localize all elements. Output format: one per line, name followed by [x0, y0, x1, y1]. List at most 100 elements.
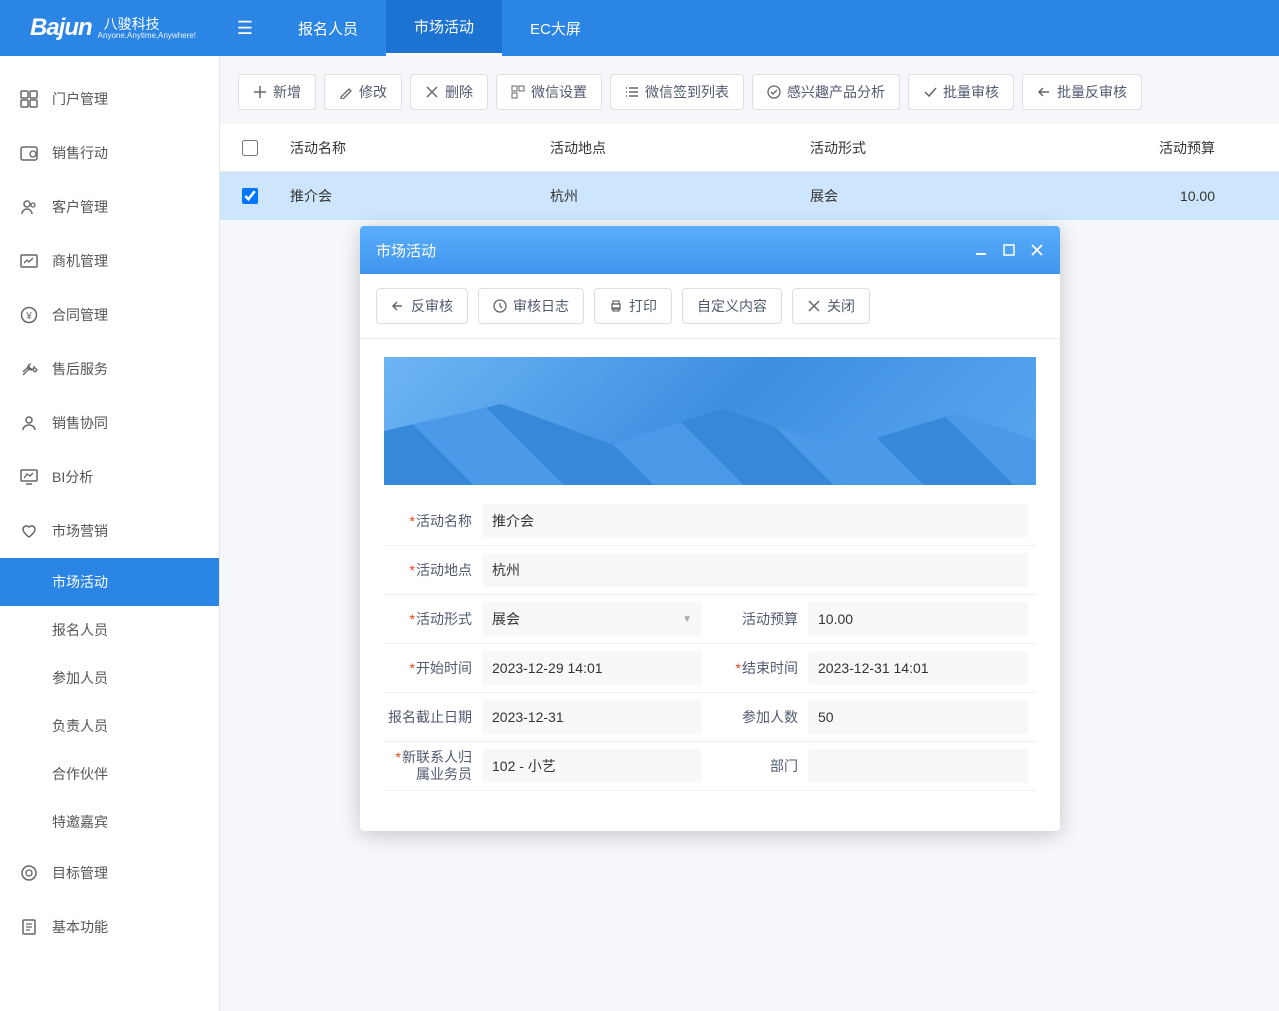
- grid-icon: [20, 90, 38, 108]
- sidebar-item-basic[interactable]: 基本功能: [0, 900, 219, 954]
- sidebar-item-contract[interactable]: ¥ 合同管理: [0, 288, 219, 342]
- pencil-icon: [339, 85, 353, 99]
- dialog-body: *活动名称 推介会 *活动地点 杭州 *活动形式 展会▼: [360, 339, 1060, 831]
- row-checkbox[interactable]: [242, 188, 258, 204]
- tab-market-activity[interactable]: 市场活动: [386, 0, 502, 56]
- close-button[interactable]: 关闭: [792, 288, 870, 324]
- reject-button[interactable]: 反审核: [376, 288, 468, 324]
- select-all-checkbox[interactable]: [242, 140, 258, 156]
- place-field[interactable]: 杭州: [482, 553, 1028, 587]
- dialog-toolbar: 反审核 审核日志 打印 自定义内容 关闭: [360, 274, 1060, 339]
- logo-main: Bajun: [30, 14, 92, 42]
- batch-reject-button[interactable]: 批量反审核: [1022, 74, 1142, 110]
- cell-place: 杭州: [540, 186, 800, 206]
- label-start: 开始时间: [416, 660, 472, 676]
- logo-sub: 八骏科技: [104, 17, 196, 31]
- sidebar-sub-attend[interactable]: 参加人员: [0, 654, 219, 702]
- end-field[interactable]: 2023-12-31 14:01: [808, 651, 1028, 685]
- sidebar-label: 市场营销: [52, 521, 108, 541]
- heart-icon: [20, 522, 38, 540]
- activity-dialog: 市场活动 反审核 审核日志 打印 自定义内容 关闭 *活动名称: [360, 226, 1060, 831]
- col-budget: 活动预算: [1060, 138, 1240, 158]
- sidebar-item-portal[interactable]: 门户管理: [0, 72, 219, 126]
- sidebar-sub-guest[interactable]: 特邀嘉宾: [0, 798, 219, 846]
- dept-field[interactable]: [808, 749, 1028, 783]
- label-budget: 活动预算: [742, 611, 798, 627]
- list-icon: [625, 85, 639, 99]
- chart-icon: [20, 252, 38, 270]
- sidebar-item-bi[interactable]: BI分析: [0, 450, 219, 504]
- add-button[interactable]: 新增: [238, 74, 316, 110]
- minimize-icon[interactable]: [974, 243, 988, 257]
- label-dept: 部门: [770, 758, 798, 774]
- sidebar-item-business[interactable]: 商机管理: [0, 234, 219, 288]
- cell-type: 展会: [800, 186, 1060, 206]
- sidebar-sub-partner[interactable]: 合作伙伴: [0, 750, 219, 798]
- sidebar-sub-activity[interactable]: 市场活动: [0, 558, 219, 606]
- label-owner: 新联系人归属业务员: [402, 749, 472, 782]
- sidebar: 门户管理 销售行动 客户管理 商机管理 ¥ 合同管理 售后服务 销售协同 BI分: [0, 56, 220, 1011]
- deadline-field[interactable]: 2023-12-31: [482, 700, 702, 734]
- user-icon: [20, 198, 38, 216]
- wechat-checkin-button[interactable]: 微信签到列表: [610, 74, 744, 110]
- monitor-icon: [20, 468, 38, 486]
- x-icon: [807, 299, 821, 313]
- name-field[interactable]: 推介会: [482, 504, 1028, 538]
- main-toolbar: 新增 修改 删除 微信设置 微信签到列表 感兴趣产品分析 批量审核 批量反审核: [220, 74, 1279, 124]
- label-type: 活动形式: [416, 611, 472, 627]
- sidebar-sub-owner[interactable]: 负责人员: [0, 702, 219, 750]
- sidebar-label: BI分析: [52, 467, 93, 487]
- content-area: 新增 修改 删除 微信设置 微信签到列表 感兴趣产品分析 批量审核 批量反审核 …: [220, 56, 1279, 1011]
- chevron-down-icon: ▼: [682, 614, 692, 625]
- sidebar-item-sales-action[interactable]: 销售行动: [0, 126, 219, 180]
- interest-analysis-button[interactable]: 感兴趣产品分析: [752, 74, 900, 110]
- svg-text:¥: ¥: [25, 311, 32, 322]
- wechat-settings-button[interactable]: 微信设置: [496, 74, 602, 110]
- x-icon: [425, 85, 439, 99]
- app-header: Bajun 八骏科技 Anyone,Anytime,Anywhere! ☰ 报名…: [0, 0, 1279, 56]
- close-icon[interactable]: [1030, 243, 1044, 257]
- count-field[interactable]: 50: [808, 700, 1028, 734]
- dialog-title: 市场活动: [376, 240, 974, 261]
- delete-button[interactable]: 删除: [410, 74, 488, 110]
- print-button[interactable]: 打印: [594, 288, 672, 324]
- sidebar-item-service[interactable]: 售后服务: [0, 342, 219, 396]
- sidebar-sub-signup[interactable]: 报名人员: [0, 606, 219, 654]
- start-field[interactable]: 2023-12-29 14:01: [482, 651, 702, 685]
- label-count: 参加人数: [742, 709, 798, 725]
- label-place: 活动地点: [416, 562, 472, 578]
- batch-approve-button[interactable]: 批量审核: [908, 74, 1014, 110]
- target-icon: [20, 864, 38, 882]
- col-type: 活动形式: [800, 138, 1060, 158]
- sidebar-label: 销售协同: [52, 413, 108, 433]
- audit-log-button[interactable]: 审核日志: [478, 288, 584, 324]
- edit-button[interactable]: 修改: [324, 74, 402, 110]
- table-row[interactable]: 推介会 杭州 展会 10.00: [220, 172, 1279, 220]
- tab-signup-people[interactable]: 报名人员: [270, 0, 386, 56]
- sidebar-item-collab[interactable]: 销售协同: [0, 396, 219, 450]
- sidebar-label: 客户管理: [52, 197, 108, 217]
- clock-icon: [493, 299, 507, 313]
- logo-slogan: Anyone,Anytime,Anywhere!: [98, 31, 196, 40]
- label-end: 结束时间: [742, 660, 798, 676]
- menu-toggle-icon[interactable]: ☰: [220, 18, 270, 39]
- sidebar-item-customer[interactable]: 客户管理: [0, 180, 219, 234]
- activity-table: 活动名称 活动地点 活动形式 活动预算 推介会 杭州 展会 10.00: [220, 124, 1279, 220]
- type-select[interactable]: 展会▼: [482, 602, 702, 636]
- banner-image: [384, 357, 1036, 485]
- clock-icon: [20, 144, 38, 162]
- dialog-header[interactable]: 市场活动: [360, 226, 1060, 274]
- custom-content-button[interactable]: 自定义内容: [682, 288, 782, 324]
- budget-field[interactable]: 10.00: [808, 602, 1028, 636]
- qr-icon: [511, 85, 525, 99]
- maximize-icon[interactable]: [1002, 243, 1016, 257]
- sidebar-item-marketing[interactable]: 市场营销: [0, 504, 219, 558]
- back-icon: [1037, 85, 1051, 99]
- printer-icon: [609, 299, 623, 313]
- sidebar-label: 基本功能: [52, 917, 108, 937]
- owner-field[interactable]: 102 - 小艺: [482, 749, 702, 783]
- logo: Bajun 八骏科技 Anyone,Anytime,Anywhere!: [0, 14, 220, 42]
- wrench-icon: [20, 360, 38, 378]
- tab-ec-screen[interactable]: EC大屏: [502, 0, 609, 56]
- sidebar-item-target[interactable]: 目标管理: [0, 846, 219, 900]
